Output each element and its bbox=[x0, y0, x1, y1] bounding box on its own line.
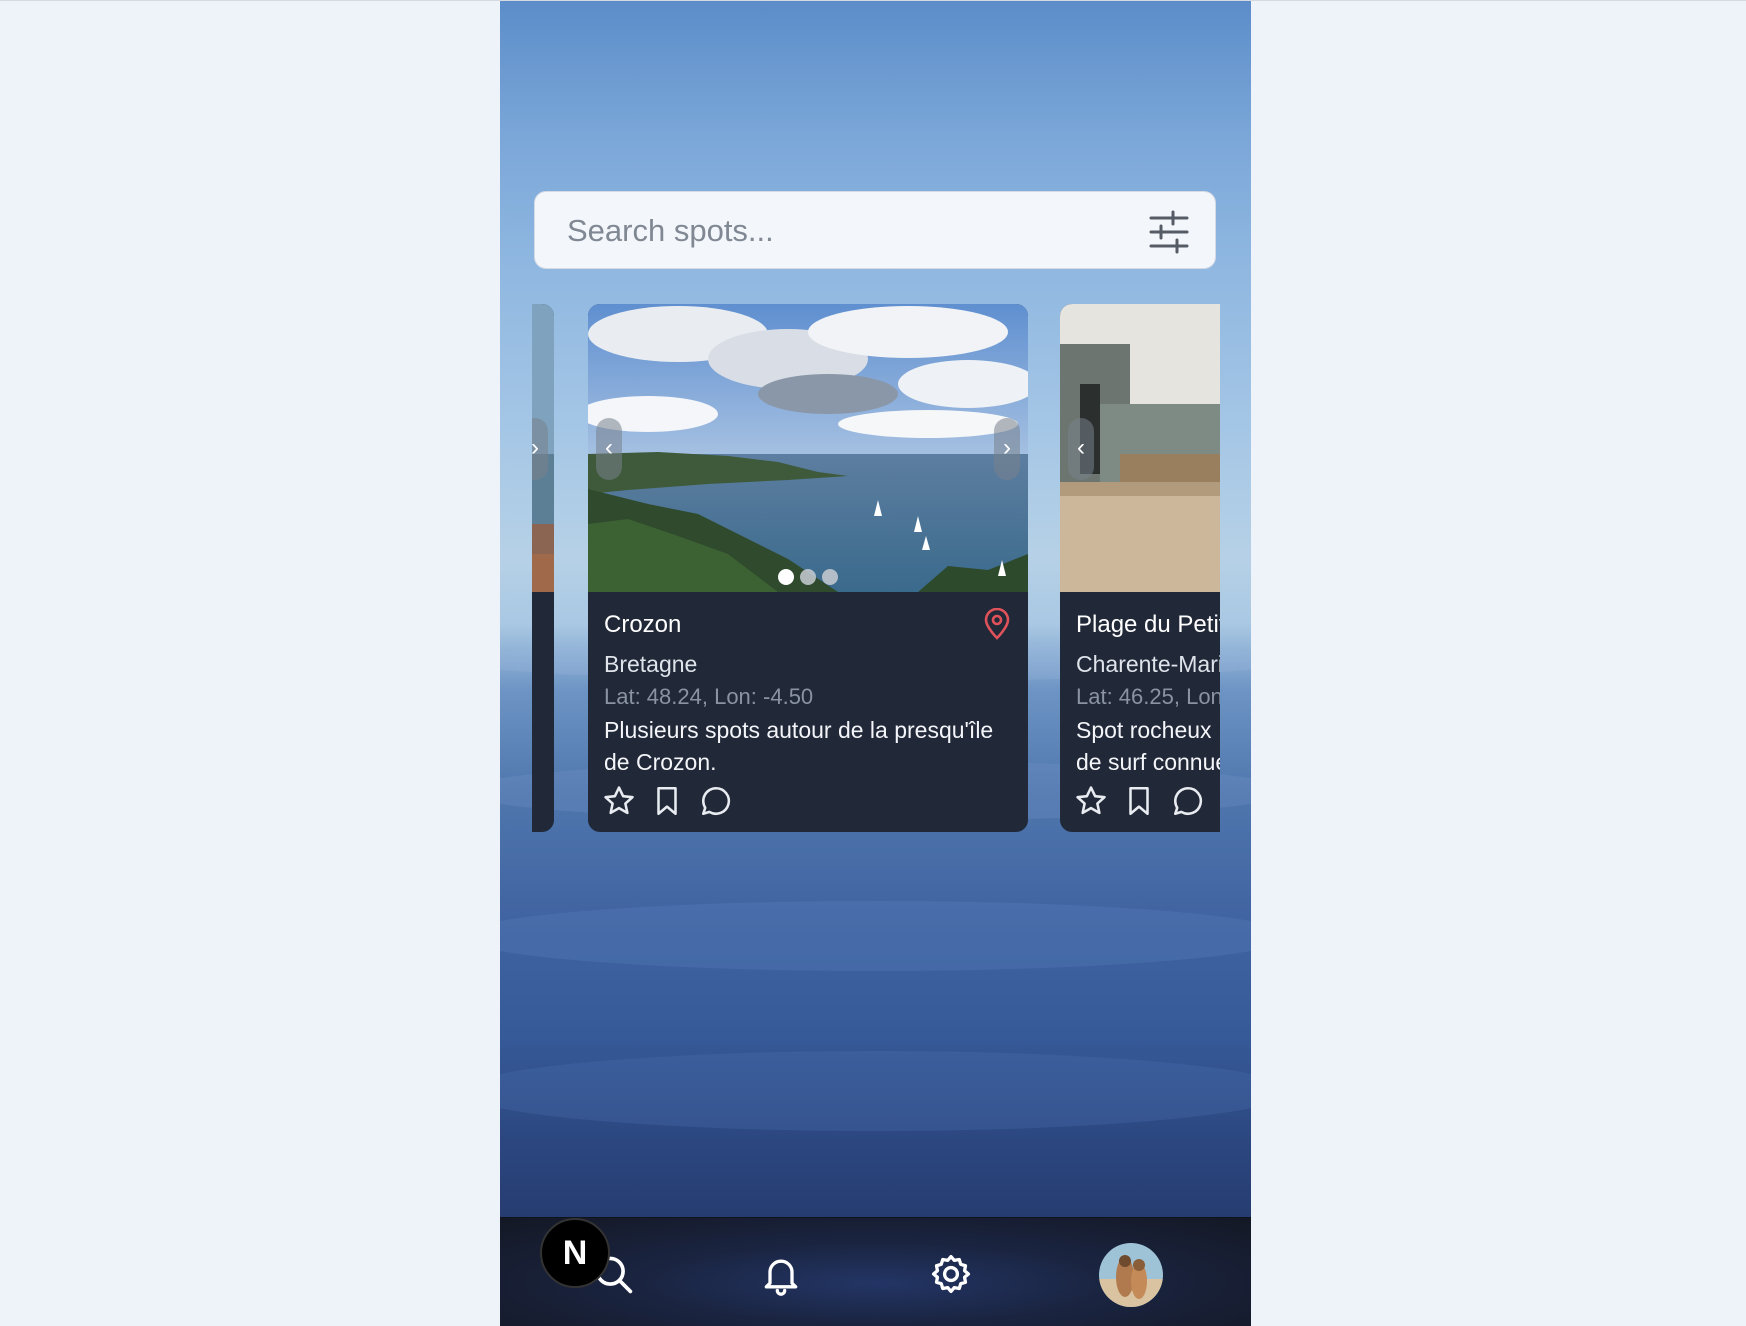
app-screen: › bbox=[500, 1, 1251, 1326]
next-photo-button[interactable]: › bbox=[994, 418, 1020, 480]
pagination-dot[interactable] bbox=[778, 569, 794, 585]
spot-region: Charente-Maritime bbox=[1076, 651, 1220, 677]
star-icon[interactable] bbox=[1074, 784, 1108, 818]
card-actions bbox=[602, 784, 743, 823]
comment-icon[interactable] bbox=[1171, 784, 1205, 818]
spots-carousel[interactable]: › bbox=[532, 304, 1220, 834]
spot-title: Plage du Petit Nice bbox=[1076, 611, 1220, 638]
pagination-dot[interactable] bbox=[800, 569, 816, 585]
bookmark-icon[interactable] bbox=[650, 784, 684, 818]
previous-photo-button[interactable]: ‹ bbox=[1068, 418, 1094, 480]
spot-coordinates: Lat: 48.24, Lon: -4.50 bbox=[604, 684, 814, 709]
search-input[interactable] bbox=[565, 192, 1129, 270]
spot-title: Crozon bbox=[604, 611, 682, 638]
pagination-dot[interactable] bbox=[822, 569, 838, 585]
spot-photo: ‹ bbox=[1060, 304, 1220, 592]
spot-photo: ‹ › bbox=[588, 304, 1028, 592]
previous-photo-button[interactable]: ‹ bbox=[596, 418, 622, 480]
wave-decoration bbox=[500, 901, 1251, 971]
spot-description: Plusieurs spots autour de la presqu'île … bbox=[604, 717, 994, 775]
avatar[interactable] bbox=[1099, 1243, 1163, 1307]
sliders-icon[interactable] bbox=[1147, 210, 1191, 254]
gear-icon[interactable] bbox=[929, 1252, 973, 1296]
next-photo-button[interactable]: › bbox=[532, 418, 548, 480]
spot-region: Bretagne bbox=[604, 651, 698, 677]
wave-decoration bbox=[500, 1051, 1251, 1131]
spot-photo: › bbox=[532, 304, 554, 592]
comment-icon[interactable] bbox=[699, 784, 733, 818]
dev-badge[interactable]: N bbox=[540, 1218, 610, 1288]
photo-pagination bbox=[588, 569, 1028, 590]
spot-card-previous[interactable]: › bbox=[532, 304, 554, 832]
card-actions bbox=[1074, 784, 1215, 823]
bookmark-icon[interactable] bbox=[1122, 784, 1156, 818]
spot-card[interactable]: ‹ Plage du Petit Nice Charente-Maritime … bbox=[1060, 304, 1220, 832]
bottom-navigation: N bbox=[500, 1217, 1251, 1326]
spot-coordinates: Lat: 46.25, Lon: -1.50 bbox=[1076, 684, 1220, 709]
bell-icon[interactable] bbox=[759, 1252, 803, 1296]
spot-description: Spot rocheux de surf connue. bbox=[1076, 717, 1220, 775]
search-bar bbox=[534, 191, 1216, 270]
star-icon[interactable] bbox=[602, 784, 636, 818]
map-pin-icon[interactable] bbox=[982, 607, 1012, 640]
spot-card[interactable]: ‹ › Crozon Bretagne Lat: 48.24, Lon: -4.… bbox=[588, 304, 1028, 832]
